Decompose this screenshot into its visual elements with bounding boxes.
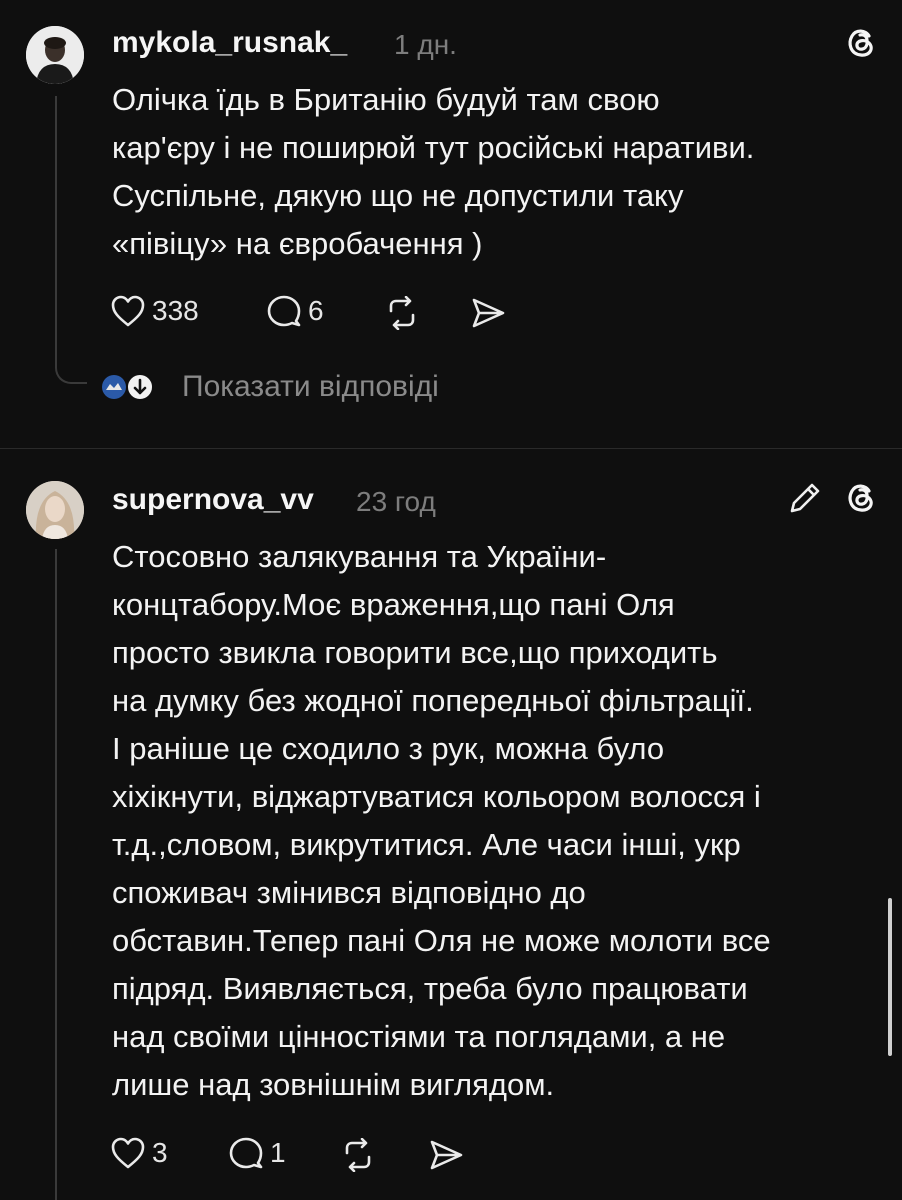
comment-text: Олічка їдь в Британію будуй там свою кар… [112,82,755,261]
username[interactable]: mykola_rusnak_ [112,26,347,60]
thread-line [55,96,57,368]
avatar[interactable] [26,481,84,539]
like-button[interactable]: 338 [110,294,199,328]
edit-pencil-icon[interactable] [786,479,824,522]
comment-icon [266,294,302,328]
repost-icon[interactable] [384,295,420,335]
repost-icon[interactable] [340,1137,376,1177]
thread-line [55,549,57,1200]
like-button[interactable]: 3 [110,1136,168,1170]
post-time: 1 дн. [394,29,457,60]
reply-count: 6 [308,295,324,326]
show-replies-link[interactable]: Показати відповіді [182,370,439,404]
thread-curve [55,366,87,384]
avatar[interactable] [26,26,84,84]
heart-icon [110,294,146,328]
share-icon[interactable] [470,296,506,335]
post-time: 23 год [356,486,436,517]
reply-button[interactable]: 6 [266,294,324,328]
threads-icon[interactable] [840,22,882,69]
comment-icon [228,1136,264,1170]
username[interactable]: supernova_vv [112,483,314,517]
reply-button[interactable]: 1 [228,1136,286,1170]
share-icon[interactable] [428,1138,464,1177]
like-count: 338 [152,295,199,326]
reply-count: 1 [270,1137,286,1168]
comment-post: supernova_vv 23 год Стосовно залякування… [0,449,902,1200]
comment-post: mykola_rusnak_ 1 дн. Олічка їдь в Британ… [0,0,902,448]
threads-icon[interactable] [840,477,882,524]
scrollbar[interactable] [888,898,892,1056]
comment-text: Стосовно залякування та України- концтаб… [112,539,771,1102]
like-count: 3 [152,1137,168,1168]
reply-avatars [100,372,156,402]
heart-icon [110,1136,146,1170]
